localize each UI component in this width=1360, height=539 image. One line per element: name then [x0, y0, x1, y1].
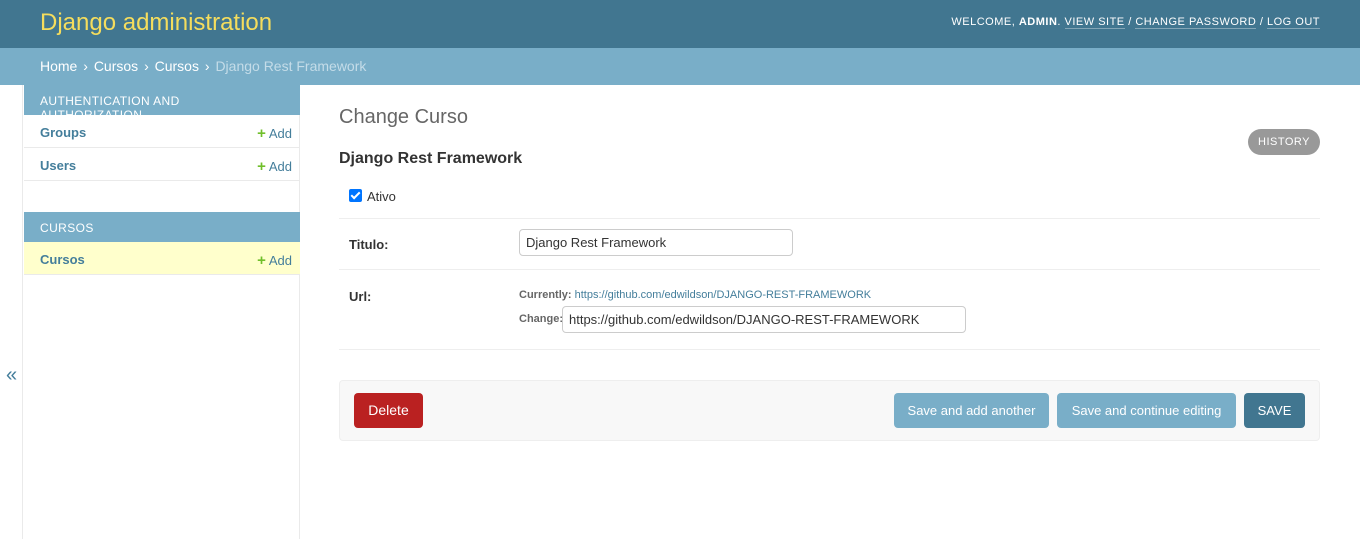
ativo-label: Ativo [367, 189, 396, 204]
url-input[interactable] [562, 306, 966, 333]
username: admin [1018, 16, 1058, 28]
breadcrumb-current: Django Rest Framework [215, 58, 367, 74]
sidebar-item-groups: Groups + Add [24, 115, 300, 148]
currently-label: Currently: [519, 289, 572, 301]
add-label: Add [268, 159, 292, 174]
header: Django administration Welcome, admin. Vi… [0, 0, 1360, 48]
module-caption-auth[interactable]: Authentication and Authorization [24, 85, 300, 122]
plus-icon: + [257, 252, 266, 269]
form-row-titulo: Titulo: [339, 219, 1320, 270]
url-label: Url: [349, 289, 372, 304]
save-and-add-another-button[interactable]: Save and add another [894, 393, 1049, 428]
add-label: Add [268, 253, 292, 268]
cursos-add-link[interactable]: + Add [257, 252, 292, 269]
nav-sidebar: Authentication and Authorization Groups … [22, 85, 300, 539]
titulo-label: Titulo: [349, 237, 389, 252]
log-out-link[interactable]: Log out [1266, 16, 1320, 29]
ativo-checkbox[interactable] [349, 189, 362, 202]
sidebar-item-cursos: Cursos + Add [24, 242, 300, 275]
users-link[interactable]: Users [40, 158, 76, 173]
module-caption-cursos[interactable]: Cursos [24, 212, 300, 242]
change-password-link[interactable]: Change password [1135, 16, 1257, 29]
breadcrumb-separator: › [144, 58, 149, 74]
form-row-ativo: Ativo [339, 180, 1320, 219]
page-title: Change Curso [339, 106, 468, 128]
breadcrumb-model[interactable]: Cursos [155, 58, 199, 74]
delete-button[interactable]: Delete [354, 393, 423, 428]
form-row-url: Url: Currently: https://github.com/edwil… [339, 270, 1320, 350]
change-label: Change: [519, 313, 563, 325]
current-url-link[interactable]: https://github.com/edwildson/DJANGO-REST… [575, 289, 871, 301]
breadcrumb-separator: › [83, 58, 88, 74]
groups-add-link[interactable]: + Add [257, 125, 292, 142]
breadcrumb-separator: › [204, 58, 210, 74]
site-title[interactable]: Django administration [40, 9, 272, 37]
user-tools: Welcome, admin. View site / Change passw… [951, 16, 1320, 29]
add-label: Add [268, 126, 292, 141]
titulo-input[interactable] [519, 229, 793, 256]
save-button[interactable]: Save [1244, 393, 1305, 428]
breadcrumb-home[interactable]: Home [40, 58, 77, 74]
welcome-text: Welcome, [951, 16, 1016, 28]
users-add-link[interactable]: + Add [257, 158, 292, 175]
plus-icon: + [257, 125, 266, 142]
view-site-link[interactable]: View site [1064, 16, 1125, 29]
object-title: Django Rest Framework [339, 150, 523, 167]
submit-row: Delete Save and add another Save and con… [339, 380, 1320, 441]
toggle-sidebar-button[interactable]: « [6, 364, 17, 387]
breadcrumb: Home › Cursos › Cursos › Django Rest Fra… [0, 48, 1360, 85]
cursos-link[interactable]: Cursos [40, 252, 85, 267]
groups-link[interactable]: Groups [40, 125, 86, 140]
breadcrumb-app[interactable]: Cursos [94, 58, 138, 74]
url-currently: Currently: https://github.com/edwildson/… [519, 289, 871, 301]
plus-icon: + [257, 158, 266, 175]
sidebar-item-users: Users + Add [24, 148, 300, 181]
save-and-continue-button[interactable]: Save and continue editing [1057, 393, 1236, 428]
history-button[interactable]: History [1248, 129, 1320, 155]
